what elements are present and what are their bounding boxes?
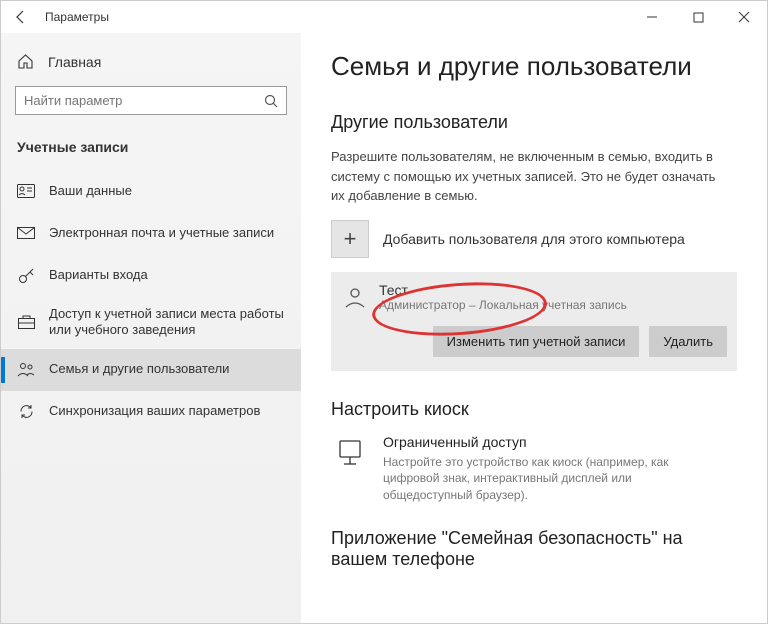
add-user-row[interactable]: + Добавить пользователя для этого компью…	[331, 220, 737, 258]
user-entry[interactable]: Тест Администратор – Локальная учетная з…	[331, 272, 737, 371]
kiosk-icon	[331, 434, 369, 472]
other-users-heading: Другие пользователи	[331, 112, 737, 133]
home-label: Главная	[48, 54, 101, 70]
plus-icon: +	[331, 220, 369, 258]
home-link[interactable]: Главная	[1, 45, 301, 78]
sidebar-item-signin-options[interactable]: Варианты входа	[1, 254, 301, 296]
sidebar-item-your-info[interactable]: Ваши данные	[1, 170, 301, 212]
user-icon	[341, 283, 369, 311]
kiosk-row[interactable]: Ограниченный доступ Настройте это устрой…	[331, 434, 737, 504]
search-box[interactable]	[15, 86, 287, 115]
kiosk-title: Ограниченный доступ	[383, 434, 703, 450]
sidebar-item-label: Варианты входа	[49, 267, 148, 283]
section-title: Учетные записи	[1, 129, 301, 170]
user-name: Тест	[379, 282, 627, 298]
briefcase-icon	[17, 313, 35, 331]
mail-icon	[17, 224, 35, 242]
close-button[interactable]	[721, 1, 767, 33]
sidebar-item-label: Синхронизация ваших параметров	[49, 403, 260, 419]
family-app-heading: Приложение "Семейная безопасность" на ва…	[331, 528, 737, 570]
window-title: Параметры	[41, 10, 109, 24]
titlebar: Параметры	[1, 1, 767, 33]
main-content: Семья и другие пользователи Другие польз…	[301, 33, 767, 623]
kiosk-heading: Настроить киоск	[331, 399, 737, 420]
sidebar-item-label: Семья и другие пользователи	[49, 361, 229, 377]
add-user-label: Добавить пользователя для этого компьюте…	[383, 231, 685, 247]
back-button[interactable]	[1, 1, 41, 33]
settings-window: Параметры Главная Учетн	[0, 0, 768, 624]
page-title: Семья и другие пользователи	[331, 51, 737, 82]
sidebar-item-label: Доступ к учетной записи места работы или…	[49, 306, 285, 339]
delete-user-button[interactable]: Удалить	[649, 326, 727, 357]
sidebar-item-sync[interactable]: Синхронизация ваших параметров	[1, 391, 301, 433]
kiosk-desc: Настройте это устройство как киоск (напр…	[383, 454, 703, 504]
change-account-type-button[interactable]: Изменить тип учетной записи	[433, 326, 640, 357]
maximize-button[interactable]	[675, 1, 721, 33]
nav-list: Ваши данные Электронная почта и учетные …	[1, 170, 301, 433]
search-icon	[264, 94, 278, 108]
people-icon	[17, 361, 35, 379]
user-role: Администратор – Локальная учетная запись	[379, 298, 627, 312]
key-icon	[17, 266, 35, 284]
person-card-icon	[17, 182, 35, 200]
sync-icon	[17, 403, 35, 421]
sidebar: Главная Учетные записи Ваши данные	[1, 33, 301, 623]
search-input[interactable]	[24, 93, 264, 108]
home-icon	[17, 53, 34, 70]
sidebar-item-email-accounts[interactable]: Электронная почта и учетные записи	[1, 212, 301, 254]
other-users-desc: Разрешите пользователям, не включенным в…	[331, 147, 731, 206]
sidebar-item-label: Электронная почта и учетные записи	[49, 225, 274, 241]
minimize-button[interactable]	[629, 1, 675, 33]
sidebar-item-family-users[interactable]: Семья и другие пользователи	[1, 349, 301, 391]
sidebar-item-label: Ваши данные	[49, 183, 132, 199]
sidebar-item-work-access[interactable]: Доступ к учетной записи места работы или…	[1, 296, 301, 349]
